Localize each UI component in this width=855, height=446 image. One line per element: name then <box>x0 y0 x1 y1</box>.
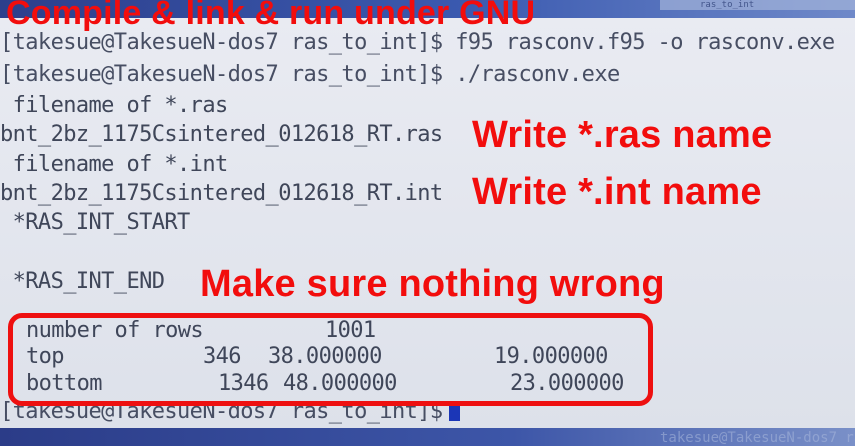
results-highlight-box <box>8 313 653 406</box>
background-window-tab: ras_to_int <box>660 0 855 10</box>
annotation-title: Compile & link & run under GNU <box>6 0 536 32</box>
terminal-line-ras-prompt: filename of *.ras <box>0 93 229 118</box>
terminal-line-int-prompt: filename of *.int <box>0 152 229 177</box>
screen-photo: ras_to_int [takesue@TakesueN-dos7 ras_to… <box>0 0 855 446</box>
background-window-text: takesue@TakesueN-dos7 ras <box>660 430 855 446</box>
terminal-line-run-command: [takesue@TakesueN-dos7 ras_to_int]$ ./ra… <box>0 62 620 87</box>
annotation-check-hint: Make sure nothing wrong <box>200 263 665 305</box>
annotation-int-hint: Write *.int name <box>472 171 762 213</box>
terminal-window[interactable]: [takesue@TakesueN-dos7 ras_to_int]$ f95 … <box>0 18 855 428</box>
terminal-line-end: *RAS_INT_END <box>0 269 165 294</box>
annotation-ras-hint: Write *.ras name <box>472 114 773 156</box>
terminal-line-int-filename: bnt_2bz_1175Csintered_012618_RT.int <box>0 181 443 206</box>
terminal-line-start: *RAS_INT_START <box>0 210 191 235</box>
terminal-line-compile-command: [takesue@TakesueN-dos7 ras_to_int]$ f95 … <box>0 30 835 55</box>
terminal-line-ras-filename: bnt_2bz_1175Csintered_012618_RT.ras <box>0 122 443 147</box>
